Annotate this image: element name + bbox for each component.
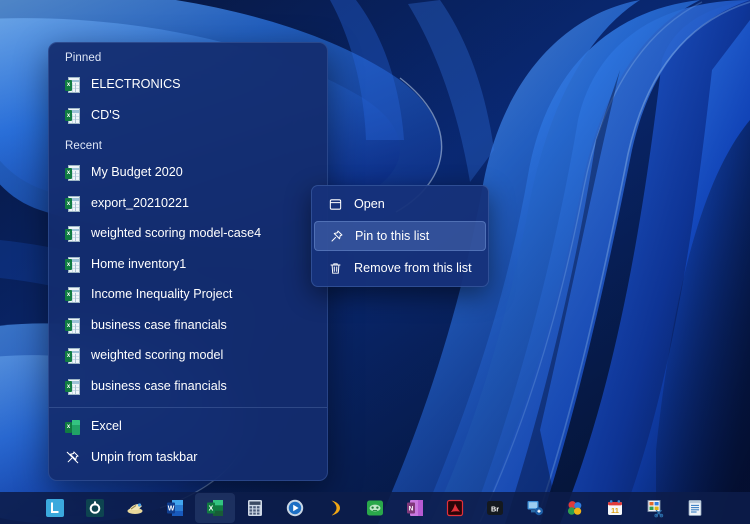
remote-desktop-icon xyxy=(525,498,545,518)
word-icon: W xyxy=(165,498,185,518)
jumplist-item-label: business case financials xyxy=(91,317,227,332)
jumplist-item-business-case-financials-2[interactable]: x business case financials xyxy=(49,372,327,403)
jumplist-divider xyxy=(49,407,327,408)
excel-document-icon: x xyxy=(65,256,80,273)
context-menu: Open Pin to this list Remove from this l… xyxy=(311,185,489,287)
jumplist-item-label: export_20210221 xyxy=(91,195,190,210)
jumplist-item-export[interactable]: x export_20210221 xyxy=(49,189,327,220)
excel-document-icon: x xyxy=(65,348,80,365)
excel-document-icon: x xyxy=(65,107,80,124)
jumplist-item-unpin-from-taskbar[interactable]: Unpin from taskbar xyxy=(49,443,327,474)
context-menu-item-pin-to-this-list[interactable]: Pin to this list xyxy=(314,221,486,251)
svg-text:Br: Br xyxy=(491,504,499,513)
excel-document-icon: x xyxy=(65,226,80,243)
green-app-icon xyxy=(365,498,385,518)
excel-document-icon: x xyxy=(65,195,80,212)
excel-document-icon: x xyxy=(65,287,80,304)
letter-L-icon xyxy=(45,498,65,518)
taskbar-app-remote[interactable] xyxy=(515,493,555,523)
jumplist-item-weighted-scoring-model[interactable]: x weighted scoring model xyxy=(49,341,327,372)
taskbar-app-onenote[interactable]: N xyxy=(395,493,435,523)
jumplist-item-label: business case financials xyxy=(91,378,227,393)
excel-document-icon: x xyxy=(65,77,80,94)
taskbar-app-notepad[interactable] xyxy=(675,493,715,523)
pin-icon xyxy=(329,229,344,244)
jumplist-item-home-inventory1[interactable]: x Home inventory1 xyxy=(49,250,327,281)
calculator-icon xyxy=(245,498,265,518)
jumplist-item-income-inequality-project[interactable]: x Income Inequality Project xyxy=(49,280,327,311)
trash-icon xyxy=(328,261,343,276)
excel-document-icon: x xyxy=(65,165,80,182)
taskbar-app-calendar[interactable]: 11 xyxy=(595,493,635,523)
taskbar-app-colors[interactable] xyxy=(555,493,595,523)
taskbar-app-green[interactable] xyxy=(355,493,395,523)
excel-icon: X xyxy=(205,498,225,518)
unpin-icon xyxy=(65,450,80,465)
jumplist-item-my-budget-2020[interactable]: x My Budget 2020 xyxy=(49,158,327,189)
jumplist-item-label: Excel xyxy=(91,419,122,434)
jumplist-section-label-recent: Recent xyxy=(65,140,103,152)
excel-document-icon: x xyxy=(65,378,80,395)
jumplist-item-electronics[interactable]: x ELECTRONICS xyxy=(49,70,327,101)
snipping-tool-icon xyxy=(645,498,665,518)
taskbar-app-word[interactable]: W xyxy=(155,493,195,523)
taskbar-app-acrobat[interactable] xyxy=(435,493,475,523)
taskbar-jump-list: Pinned x ELECTRONICS x CD'S Recent x My … xyxy=(48,42,328,481)
taskbar-app-tool[interactable] xyxy=(75,493,115,523)
taskbar-app-crescent[interactable] xyxy=(315,493,355,523)
jumplist-item-excel-app[interactable]: x Excel xyxy=(49,412,327,443)
paint-icon xyxy=(125,498,145,518)
svg-text:N: N xyxy=(409,506,414,513)
onenote-icon: N xyxy=(405,498,425,518)
jumplist-item-label: My Budget 2020 xyxy=(91,165,183,180)
context-menu-item-remove-from-this-list[interactable]: Remove from this list xyxy=(314,252,486,284)
color-balls-icon xyxy=(565,498,585,518)
jumplist-item-label: Income Inequality Project xyxy=(91,287,233,302)
taskbar: W X N Br 11 xyxy=(0,492,750,524)
media-player-icon xyxy=(285,498,305,518)
jumplist-item-label: weighted scoring model-case4 xyxy=(91,226,262,241)
excel-app-icon: x xyxy=(65,419,80,435)
taskbar-app-media-player[interactable] xyxy=(275,493,315,523)
context-menu-item-label: Pin to this list xyxy=(355,229,430,243)
desktop-screen: Pinned x ELECTRONICS x CD'S Recent x My … xyxy=(0,0,750,524)
svg-text:11: 11 xyxy=(611,506,619,515)
jumplist-item-label: weighted scoring model xyxy=(91,348,224,363)
jumplist-item-weighted-scoring-model-case4[interactable]: x weighted scoring model-case4 xyxy=(49,219,327,250)
jumplist-item-cds[interactable]: x CD'S xyxy=(49,101,327,132)
teal-circle-icon xyxy=(85,498,105,518)
open-window-icon xyxy=(328,197,343,212)
svg-text:W: W xyxy=(168,506,175,513)
taskbar-app-lightshot[interactable] xyxy=(35,493,75,523)
jumplist-item-label: ELECTRONICS xyxy=(91,77,181,92)
jumplist-item-business-case-financials-1[interactable]: x business case financials xyxy=(49,311,327,342)
jumplist-item-label: Unpin from taskbar xyxy=(91,449,198,464)
jumplist-item-label: CD'S xyxy=(91,107,120,122)
jumplist-item-label: Home inventory1 xyxy=(91,256,187,271)
taskbar-app-snip[interactable] xyxy=(635,493,675,523)
notepad-icon xyxy=(685,498,705,518)
calendar-icon: 11 xyxy=(605,498,625,518)
excel-document-icon: x xyxy=(65,317,80,334)
taskbar-app-excel[interactable]: X xyxy=(195,493,235,523)
jumplist-section-label-pinned: Pinned xyxy=(65,52,102,64)
acrobat-icon xyxy=(445,498,465,518)
context-menu-item-open[interactable]: Open xyxy=(314,188,486,220)
bridge-icon: Br xyxy=(485,498,505,518)
svg-text:X: X xyxy=(209,506,214,513)
context-menu-item-label: Remove from this list xyxy=(354,261,472,275)
taskbar-app-paint[interactable] xyxy=(115,493,155,523)
crescent-icon xyxy=(325,498,345,518)
taskbar-app-calculator[interactable] xyxy=(235,493,275,523)
taskbar-app-bridge[interactable]: Br xyxy=(475,493,515,523)
context-menu-item-label: Open xyxy=(354,197,385,211)
